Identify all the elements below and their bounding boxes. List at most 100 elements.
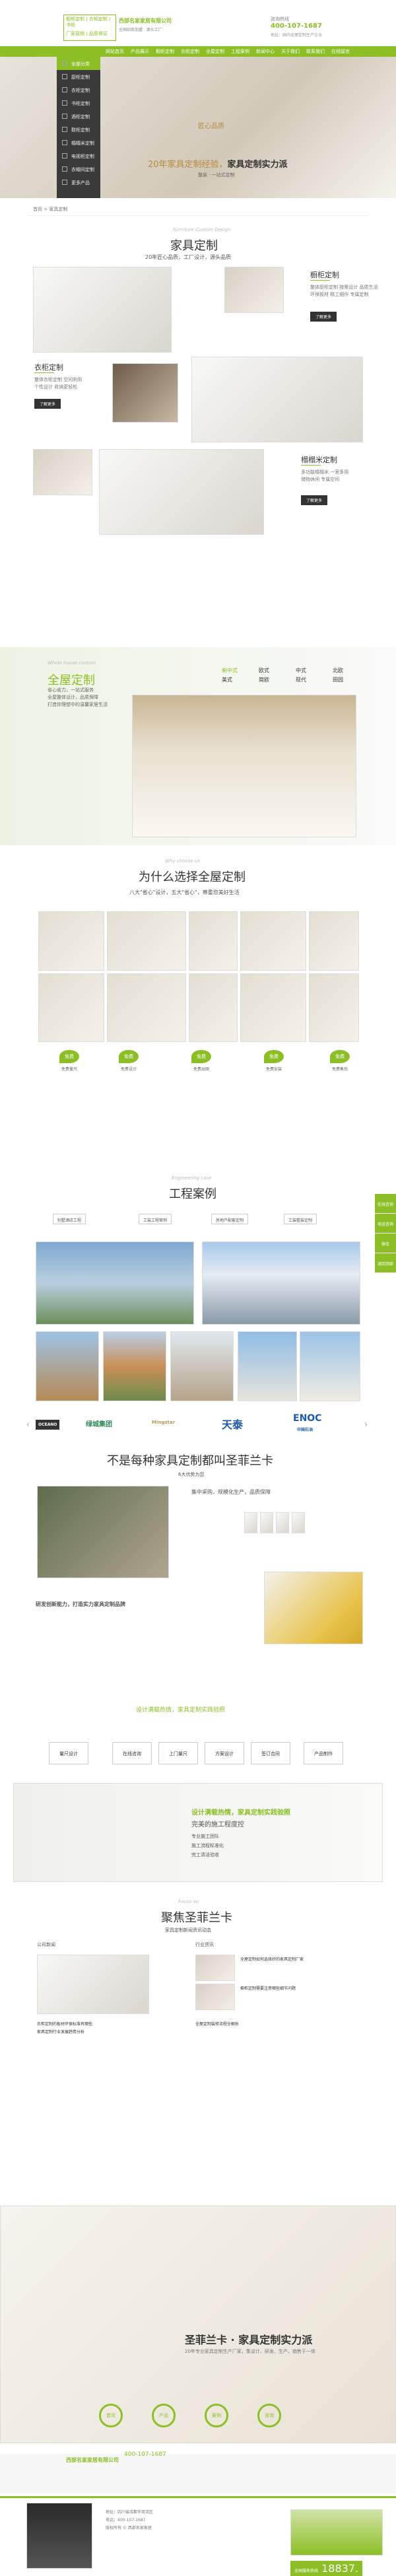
news-photo[interactable] [195, 1984, 235, 2010]
section-title: 家具定制 [170, 239, 218, 253]
chevron-left-icon[interactable]: ‹ [26, 1420, 30, 1429]
sidebar-item[interactable]: 榻榻米定制 [57, 136, 100, 149]
project-photo[interactable] [238, 1331, 297, 1401]
category-icon [62, 61, 67, 66]
news-headline[interactable]: 全屋定制如何选择好的家具定制厂家 [240, 1956, 304, 1963]
style-tab[interactable]: 新中式 [222, 667, 251, 674]
process-step[interactable]: 签订合同 [251, 1742, 290, 1764]
divider [26, 215, 370, 216]
nav-item-news[interactable]: 新闻中心 [256, 48, 275, 55]
sidebar-item[interactable]: 电视柜定制 [57, 149, 100, 162]
learn-more-button[interactable]: 了解更多 [310, 312, 337, 322]
news-headline[interactable]: 衣柜定制的板材环保标准有哪些 [37, 2021, 92, 2028]
advantage-point: 集中采购，规模化生产，品质保障 [191, 1489, 271, 1495]
nav-item-message[interactable]: 在线留言 [331, 48, 350, 55]
project-photo[interactable] [170, 1331, 234, 1401]
project-photo[interactable] [36, 1241, 194, 1325]
wardrobe-detail-photo[interactable] [112, 363, 178, 423]
process-step[interactable]: 方案设计 [205, 1742, 244, 1764]
style-tab[interactable]: 中式 [296, 667, 325, 674]
wardrobe-photo[interactable] [191, 357, 363, 442]
style-tab[interactable]: 欧式 [259, 667, 288, 674]
partner-logo: ENOC [293, 1413, 322, 1424]
sidebar-item[interactable]: 衣柜定制 [57, 83, 100, 96]
sidebar-item[interactable]: 全部分类 [57, 57, 100, 70]
brand-tagline: 全国招商加盟 · 源头工厂 [119, 28, 162, 32]
sidebar-item[interactable]: 厨柜定制 [57, 70, 100, 83]
project-tab[interactable]: 别墅酒店工程 [53, 1214, 86, 1224]
factory-photo [37, 1486, 169, 1578]
style-tab[interactable]: 田园 [333, 676, 362, 683]
learn-more-button[interactable]: 了解更多 [34, 399, 61, 409]
title-underline [301, 465, 321, 466]
footer-circle-link[interactable]: 咨询 [257, 2404, 281, 2427]
product-desc: 整体衣柜定制 空间利用 个性设计 收纳更轻松 [34, 377, 82, 390]
sidebar-item[interactable]: 更多产品 [57, 176, 100, 189]
header-logo[interactable]: 橱柜定制 | 衣柜定制 | 书柜 厂家直销 | 品质保证 [63, 15, 116, 41]
partner-logo: OCEANO [36, 1420, 60, 1430]
process-step[interactable]: 上门量尺 [158, 1742, 198, 1764]
style-tab[interactable]: 现代 [296, 676, 325, 683]
section-eng-title: Whole house custom [48, 660, 96, 666]
news-tab[interactable]: 公司新闻 [37, 1941, 55, 1948]
nav-item-cases[interactable]: 工程案例 [231, 48, 249, 55]
footer-circle-link[interactable]: 产品 [152, 2404, 176, 2427]
footer-phone[interactable]: 400-107-1687 [124, 2451, 166, 2458]
project-photo[interactable] [300, 1331, 360, 1401]
float-button[interactable]: 微信 [375, 1234, 396, 1253]
learn-more-button[interactable]: 了解更多 [301, 495, 328, 505]
nav-item-home[interactable]: 网站首页 [106, 48, 124, 55]
news-headline[interactable]: 家具定制行业发展趋势分析 [37, 2029, 84, 2036]
tatami-photo[interactable] [99, 449, 264, 535]
nav-item-cabinet[interactable]: 橱柜定制 [156, 48, 174, 55]
leaf-caption: 免费量尺 [61, 1067, 77, 1072]
chevron-right-icon[interactable]: › [364, 1420, 368, 1429]
kitchen-detail-photo[interactable] [224, 267, 284, 313]
nav-item-contact[interactable]: 联系我们 [306, 48, 325, 55]
nav-item-products[interactable]: 产品展示 [131, 48, 149, 55]
project-photo[interactable] [103, 1331, 166, 1401]
sidebar-item[interactable]: 鞋柜定制 [57, 123, 100, 136]
nav-item-about[interactable]: 关于我们 [281, 48, 300, 55]
why-image [107, 973, 186, 1042]
hotline-badge[interactable]: 全国服务热线 18837. [290, 2561, 363, 2576]
style-tab[interactable]: 简欧 [259, 676, 288, 683]
process-step[interactable]: 在线咨询 [112, 1742, 152, 1764]
logo-line: 厂家直销 | 品质保证 [66, 31, 108, 36]
process-step[interactable]: 量尺设计 [49, 1742, 88, 1764]
news-photo[interactable] [195, 1955, 235, 1981]
footer-circle-link[interactable]: 案例 [205, 2404, 228, 2427]
float-button[interactable]: 在线咨询 [375, 1194, 396, 1214]
footer-logo[interactable]: 西部名家家居有限公司 [66, 2456, 119, 2464]
nav-item-whole-house[interactable]: 全屋定制 [206, 48, 224, 55]
news-tab[interactable]: 行业资讯 [195, 1941, 214, 1948]
process-step[interactable]: 产品制作 [304, 1742, 343, 1764]
breadcrumb[interactable]: 首页 > 家具定制 [33, 206, 67, 213]
sidebar-item[interactable]: 衣帽间定制 [57, 162, 100, 176]
living-room-photo[interactable] [132, 695, 356, 837]
sidebar-item[interactable]: 书柜定制 [57, 96, 100, 110]
free-leaf-icon: 免费 [191, 1050, 211, 1063]
why-image [189, 911, 238, 971]
hotline-number[interactable]: 400-107-1687 [271, 22, 322, 30]
nav-item-wardrobe[interactable]: 衣柜定制 [181, 48, 199, 55]
section-title: 设计满载热情，家具定制实践验照 [136, 1707, 226, 1714]
float-button[interactable]: 返回顶部 [375, 1253, 396, 1273]
hero-banner[interactable]: 全部分类 厨柜定制 衣柜定制 书柜定制 酒柜定制 鞋柜定制 榻榻米定制 电视柜定… [0, 57, 396, 198]
footer-circle-link[interactable]: 首页 [99, 2404, 123, 2427]
kitchen-photo[interactable] [33, 267, 172, 353]
project-tab[interactable]: 工装整装定制 [284, 1214, 317, 1224]
certificate-image [292, 1512, 305, 1533]
project-tab[interactable]: 房地产配套定制 [211, 1214, 249, 1224]
news-headline[interactable]: 橱柜定制需要注意哪些细节问题 [240, 1985, 296, 1992]
project-photo[interactable] [36, 1331, 99, 1401]
project-tab[interactable]: 工装工程案例 [139, 1214, 172, 1224]
tatami-detail-photo[interactable] [33, 449, 92, 495]
style-tab[interactable]: 北欧 [333, 667, 362, 674]
style-tab[interactable]: 美式 [222, 676, 251, 683]
project-photo[interactable] [202, 1241, 360, 1325]
float-button[interactable]: 电话咨询 [375, 1214, 396, 1234]
sidebar-item[interactable]: 酒柜定制 [57, 110, 100, 123]
news-photo[interactable] [37, 1955, 149, 2014]
news-headline[interactable]: 全屋定制装修流程全解析 [195, 2021, 239, 2028]
